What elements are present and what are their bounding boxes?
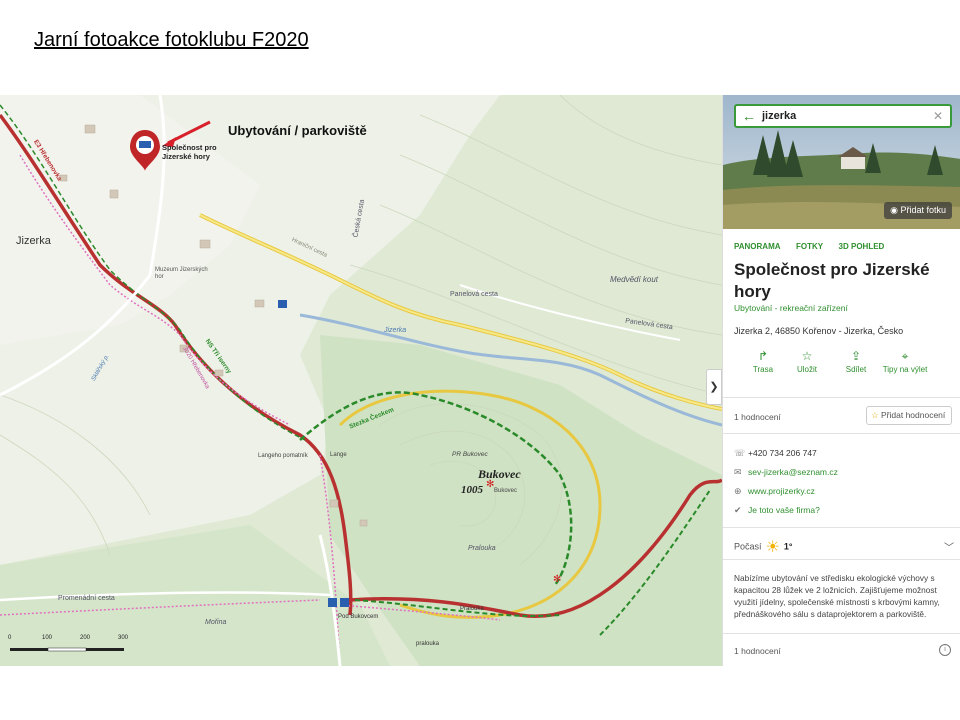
action-bar: ↱ Trasa ☆ Uložit ⇪ Sdílet ⌖ Tipy na výle… xyxy=(737,349,951,391)
save-button[interactable]: ☆ Uložit xyxy=(781,349,833,375)
map-label-bukovec-small: Bukovec xyxy=(494,488,518,494)
add-photo-button[interactable]: ◉ Přidat fotku xyxy=(884,202,952,219)
star-icon: ☆ xyxy=(801,349,813,363)
map-label-muzeum: Muzeum Jizerských hor xyxy=(155,267,208,280)
collapse-panel-button[interactable]: ❯ xyxy=(706,369,722,405)
search-box[interactable]: ← jizerka ✕ xyxy=(734,104,952,128)
ratings-count-bottom: 1 hodnocení xyxy=(734,646,781,656)
check-circle-icon: ✔ xyxy=(734,505,742,515)
map-label-promenadni: Promenádní cesta xyxy=(58,595,115,602)
tab-3d[interactable]: 3D POHLED xyxy=(839,242,885,251)
map-label-medvedi-kout: Medvědí kout xyxy=(610,275,659,284)
sun-icon: ☀ xyxy=(765,539,780,556)
place-address: Jizerka 2, 46850 Kořenov - Jizerka, Česk… xyxy=(734,326,904,336)
map-label-langeho: Langeho pomatník xyxy=(258,453,308,459)
divider xyxy=(723,633,960,634)
map-annotation: Ubytování / parkoviště xyxy=(228,123,367,138)
map-label-jizerka: Jizerka xyxy=(16,235,51,247)
close-icon[interactable]: ✕ xyxy=(933,109,943,123)
pin-icon: ⌖ xyxy=(901,349,909,363)
place-category[interactable]: Ubytování - rekreační zařízení xyxy=(734,303,848,313)
chevron-right-icon: ❯ xyxy=(709,381,719,393)
map-label-morina: Mořina xyxy=(205,619,227,626)
place-title: Společnost pro Jizerské hory xyxy=(734,260,930,301)
map-view[interactable]: ✻ ✻ Ubytování / parkoviště Společnost pr… xyxy=(0,95,722,666)
map-label-panelova: Panelová cesta xyxy=(450,291,498,298)
divider xyxy=(723,397,960,398)
phone-icon: ☏ xyxy=(734,448,746,458)
claim-business-link[interactable]: ✔ Je toto vaše firma? xyxy=(734,505,820,516)
marker-label[interactable]: Společnost pro Jizerské hory xyxy=(162,143,224,161)
search-input[interactable]: jizerka xyxy=(762,110,796,122)
weather-row[interactable]: Počasí ☀ 1° ﹀ xyxy=(734,537,954,557)
add-rating-button[interactable]: ☆ Přidat hodnocení xyxy=(866,406,952,425)
map-label-pralouka-2: Pralouka xyxy=(468,545,496,552)
contact-web[interactable]: ⊕ www.projizerky.cz xyxy=(734,486,815,497)
scale-bar xyxy=(10,647,124,652)
tab-panorama[interactable]: PANORAMA xyxy=(734,242,781,251)
slide-title: Jarní fotoakce fotoklubu F2020 xyxy=(34,29,309,51)
scale-tick-300: 300 xyxy=(118,635,129,641)
globe-icon: ⊕ xyxy=(734,486,742,496)
map-label-jizerka-river: Jizerka xyxy=(384,327,407,334)
arrow-left-icon[interactable]: ← xyxy=(742,108,756,124)
trip-tips-button[interactable]: ⌖ Tipy na výlet xyxy=(879,349,931,375)
camera-icon: ◉ xyxy=(890,205,901,215)
map-canvas[interactable]: ✻ ✻ xyxy=(0,95,722,666)
map-label-pr-bukovec: PR Bukovec xyxy=(452,451,488,458)
share-button[interactable]: ⇪ Sdílet xyxy=(830,349,882,375)
svg-text:✻: ✻ xyxy=(553,574,561,585)
map-label-pralouka: Pralouka xyxy=(460,606,484,612)
map-label-bukovec: Bukovec xyxy=(478,467,521,481)
scale-tick-0: 0 xyxy=(8,635,12,641)
media-tabs: PANORAMA FOTKY 3D POHLED xyxy=(734,236,895,254)
map-label-bukovec-elev: 1005 xyxy=(461,484,483,496)
mail-icon: ✉ xyxy=(734,467,742,477)
map-label-pralouka-3: pralouka xyxy=(416,641,440,647)
star-icon: ☆ xyxy=(871,410,879,420)
contact-phone[interactable]: ☏ +420 734 206 747 xyxy=(734,448,817,459)
map-label-lange: Lange xyxy=(330,452,347,458)
contact-email[interactable]: ✉ sev-jizerka@seznam.cz xyxy=(734,467,838,478)
tab-fotky[interactable]: FOTKY xyxy=(796,242,823,251)
scale-tick-100: 100 xyxy=(42,635,53,641)
map-label-pod-bukovcem: Pod Bukovcem xyxy=(338,614,379,620)
share-icon: ⇪ xyxy=(850,349,862,363)
info-icon[interactable]: i xyxy=(939,644,951,656)
chevron-down-icon[interactable]: ﹀ xyxy=(944,539,954,554)
place-description: Nabízíme ubytování ve středisku ekologic… xyxy=(734,573,940,619)
divider xyxy=(723,559,960,560)
divider xyxy=(723,433,960,434)
ratings-count: 1 hodnocení xyxy=(734,412,781,422)
place-detail-panel: ← jizerka ✕ ◉ Přidat fotku PANORAMA FOTK… xyxy=(722,95,960,666)
scale-tick-200: 200 xyxy=(80,635,91,641)
divider xyxy=(723,527,960,528)
